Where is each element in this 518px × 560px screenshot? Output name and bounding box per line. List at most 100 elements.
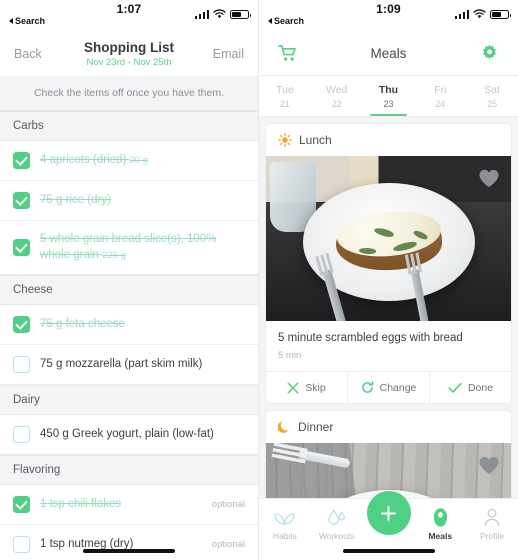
checkbox-unchecked[interactable] bbox=[13, 356, 30, 374]
item-text: 75 g feta cheese bbox=[40, 317, 245, 333]
done-label: Done bbox=[467, 381, 494, 394]
section-header: Cheese bbox=[0, 275, 258, 306]
list-item[interactable]: 75 g rice (dry) bbox=[0, 181, 258, 221]
item-name: 75 g rice (dry) bbox=[40, 193, 111, 206]
skip-label: Skip bbox=[305, 381, 326, 394]
home-indicator bbox=[83, 549, 175, 553]
checkbox-checked[interactable] bbox=[13, 239, 30, 257]
nav-title-block: Shopping List Nov 23rd - Nov 25th bbox=[60, 40, 198, 68]
meals-screen: 1:09 Search Meals Tue 21 Wed 22 Thu 23 F… bbox=[259, 0, 518, 560]
status-back-to-search[interactable]: Search bbox=[268, 16, 304, 26]
screen-title: Meals bbox=[370, 46, 407, 61]
navigation-bar: Back Shopping List Nov 23rd - Nov 25th E… bbox=[0, 32, 258, 76]
moon-icon bbox=[278, 421, 289, 433]
fork-tines bbox=[271, 443, 309, 465]
status-indicators bbox=[454, 9, 511, 19]
item-name: 5 whole grain bread slice(s), 100% whole… bbox=[40, 233, 217, 261]
checkbox-checked[interactable] bbox=[13, 192, 30, 209]
status-back-to-search[interactable]: Search bbox=[9, 16, 45, 26]
add-button[interactable] bbox=[366, 491, 411, 535]
status-bar-left: 1:07 Search bbox=[0, 0, 258, 32]
plus-icon bbox=[381, 505, 396, 521]
item-text: 75 g mozzarella (part skim milk) bbox=[40, 357, 245, 373]
heart-icon[interactable] bbox=[476, 165, 502, 191]
back-triangle-icon bbox=[9, 18, 13, 24]
item-amount: 30 g bbox=[129, 154, 149, 166]
checkbox-checked[interactable] bbox=[13, 152, 30, 169]
section-header: Carbs bbox=[0, 111, 258, 141]
meal-duration: 5 min bbox=[278, 350, 302, 361]
day-tab-tue[interactable]: Tue 21 bbox=[259, 76, 311, 116]
checkbox-checked[interactable] bbox=[13, 496, 30, 514]
droplet-icon bbox=[311, 506, 363, 528]
wifi-icon bbox=[473, 9, 486, 19]
list-item[interactable]: 450 g Greek yogurt, plain (low-fat) bbox=[0, 415, 258, 456]
tab-meals[interactable]: Meals bbox=[414, 506, 466, 541]
day-tab-sat[interactable]: Sat 25 bbox=[466, 76, 518, 116]
section-header: Dairy bbox=[0, 385, 258, 416]
battery-icon bbox=[230, 9, 251, 19]
done-button[interactable]: Done bbox=[429, 372, 511, 403]
day-name: Fri bbox=[434, 84, 447, 96]
tab-workouts[interactable]: Workouts bbox=[311, 506, 363, 541]
list-item[interactable]: 1 tsp chili flakes optional bbox=[0, 485, 258, 526]
gear-icon[interactable] bbox=[478, 42, 502, 66]
list-item[interactable]: 75 g mozzarella (part skim milk) bbox=[0, 345, 258, 386]
item-name: 4 apricots (dried) bbox=[40, 153, 127, 166]
optional-label: optional bbox=[211, 499, 245, 511]
list-item[interactable]: 5 whole grain bread slice(s), 100% whole… bbox=[0, 221, 258, 276]
heart-icon[interactable] bbox=[476, 452, 502, 478]
day-tab-wed[interactable]: Wed 22 bbox=[311, 76, 363, 116]
day-selector: Tue 21 Wed 22 Thu 23 Fri 24 Sat 25 bbox=[259, 76, 518, 117]
item-text: 4 apricots (dried) 30 g bbox=[40, 153, 245, 169]
day-tab-thu[interactable]: Thu 23 bbox=[363, 76, 415, 116]
day-number: 25 bbox=[487, 99, 498, 109]
meal-feed: Lunch 5 minute scrambled eggs with bread… bbox=[259, 117, 518, 505]
lunch-actions: Skip Change Done bbox=[266, 371, 511, 403]
status-back-label: Search bbox=[274, 16, 305, 26]
list-item[interactable]: 1 tsp nutmeg (dry) optional bbox=[0, 525, 258, 560]
day-number: 23 bbox=[383, 99, 394, 109]
section-header: Flavoring bbox=[0, 455, 258, 486]
meal-name: 5 minute scrambled eggs with bread bbox=[278, 332, 463, 344]
person-icon bbox=[466, 506, 518, 528]
item-name: 450 g Greek yogurt, plain (low-fat) bbox=[40, 427, 214, 440]
checkbox-unchecked[interactable] bbox=[13, 536, 30, 554]
list-item[interactable]: 75 g feta cheese bbox=[0, 305, 258, 346]
item-name: 1 tsp nutmeg (dry) bbox=[40, 537, 134, 550]
day-number: 24 bbox=[435, 99, 446, 109]
checkbox-checked[interactable] bbox=[13, 316, 30, 334]
lunch-photo-scene bbox=[266, 156, 511, 321]
shopping-list: Carbs 4 apricots (dried) 30 g 75 g rice (d… bbox=[0, 111, 258, 560]
day-name: Thu bbox=[378, 84, 399, 96]
status-back-label: Search bbox=[15, 16, 46, 26]
day-tab-fri[interactable]: Fri 24 bbox=[414, 76, 466, 116]
lunch-photo[interactable] bbox=[266, 156, 511, 321]
email-button[interactable]: Email bbox=[198, 47, 244, 61]
back-button[interactable]: Back bbox=[14, 47, 60, 61]
meal-card-lunch: Lunch 5 minute scrambled eggs with bread… bbox=[266, 124, 511, 403]
optional-label: optional bbox=[211, 539, 245, 551]
item-text: 75 g rice (dry) bbox=[40, 193, 245, 209]
day-name: Tue bbox=[276, 84, 294, 96]
date-range: Nov 23rd - Nov 25th bbox=[86, 56, 172, 68]
item-text: 450 g Greek yogurt, plain (low-fat) bbox=[40, 427, 245, 443]
shopping-cart-icon[interactable] bbox=[275, 42, 299, 66]
skip-button[interactable]: Skip bbox=[266, 372, 347, 403]
tab-habits[interactable]: Habits bbox=[259, 506, 311, 541]
back-triangle-icon bbox=[268, 18, 272, 24]
lunch-meal-info: 5 minute scrambled eggs with bread 5 min bbox=[266, 321, 511, 371]
tab-profile[interactable]: Profile bbox=[466, 506, 518, 541]
avocado-icon bbox=[414, 506, 466, 528]
list-item[interactable]: 4 apricots (dried) 30 g bbox=[0, 141, 258, 181]
checkbox-unchecked[interactable] bbox=[13, 426, 30, 444]
wifi-icon bbox=[213, 9, 226, 19]
day-name: Sat bbox=[484, 84, 500, 96]
shopping-list-screen: 1:07 Search Back Shopping List Nov 23rd … bbox=[0, 0, 259, 560]
leaf-icon bbox=[259, 506, 311, 528]
change-button[interactable]: Change bbox=[347, 372, 429, 403]
item-text: 5 whole grain bread slice(s), 100% whole… bbox=[40, 232, 245, 263]
item-name: 1 tsp chili flakes bbox=[40, 497, 122, 510]
tab-label: Habits bbox=[272, 531, 297, 541]
lunch-card-header: Lunch bbox=[266, 124, 511, 156]
